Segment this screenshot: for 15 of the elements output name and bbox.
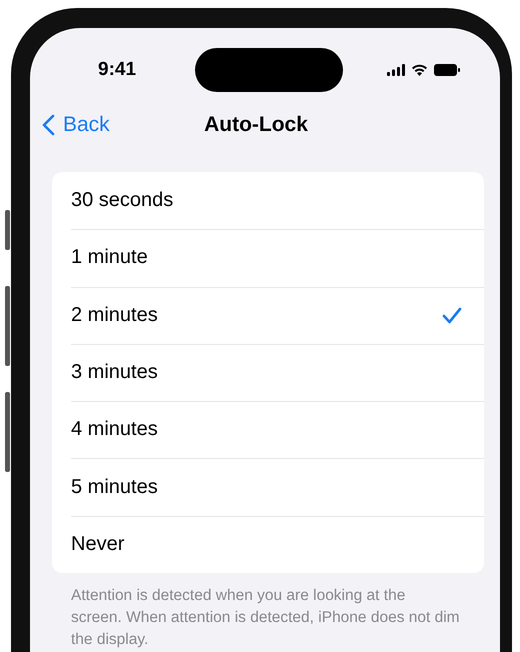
option-row[interactable]: Never xyxy=(52,516,484,574)
option-row[interactable]: 1 minute xyxy=(52,229,484,287)
option-row[interactable]: 4 minutes xyxy=(52,401,484,458)
wifi-icon xyxy=(411,64,428,76)
battery-icon xyxy=(434,64,460,76)
option-row[interactable]: 2 minutes xyxy=(52,286,484,344)
status-time: 9:41 xyxy=(98,59,138,81)
signal-icon xyxy=(387,64,405,76)
option-row[interactable]: 3 minutes xyxy=(52,344,484,402)
option-row[interactable]: 30 seconds xyxy=(52,172,484,230)
back-button[interactable]: Back xyxy=(42,113,110,137)
nav-title: Auto-Lock xyxy=(204,113,308,137)
option-row[interactable]: 5 minutes xyxy=(52,458,484,516)
footer-note: Attention is detected when you are looking at the screen. When attention is detected, iPhone does not dim the display. xyxy=(71,586,460,650)
chevron-left-icon xyxy=(42,114,55,136)
